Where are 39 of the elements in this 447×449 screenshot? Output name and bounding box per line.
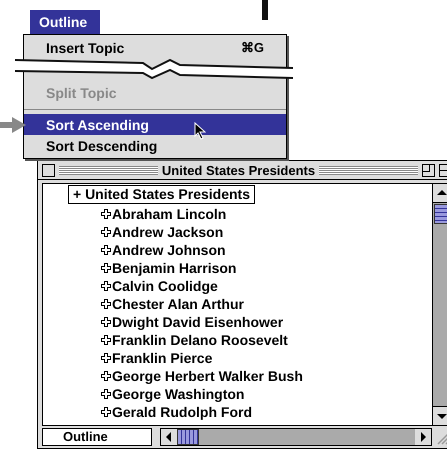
- scroll-thumb[interactable]: [177, 429, 199, 445]
- window-title: United States Presidents: [162, 162, 316, 178]
- expand-icon[interactable]: [101, 299, 111, 309]
- outline-topic[interactable]: Benjamin Harrison: [112, 260, 236, 276]
- expand-icon[interactable]: [101, 371, 111, 381]
- outline-topic[interactable]: Calvin Coolidge: [112, 278, 218, 294]
- outline-topic[interactable]: Dwight David Eisenhower: [112, 314, 284, 330]
- outline-topic[interactable]: Andrew Jackson: [112, 224, 224, 240]
- vertical-scrollbar[interactable]: [432, 184, 447, 425]
- menu-item[interactable]: Insert Topic ⌘G: [24, 37, 286, 58]
- expand-icon[interactable]: [101, 209, 111, 219]
- expand-icon[interactable]: [101, 407, 111, 417]
- outline-topic[interactable]: Franklin Pierce: [112, 350, 212, 366]
- pointer-arrow-icon: [0, 117, 26, 133]
- expand-icon[interactable]: [101, 353, 111, 363]
- outline-topic[interactable]: George Herbert Walker Bush: [112, 368, 303, 384]
- outline-topic[interactable]: Andrew Johnson: [112, 242, 226, 258]
- outline-topic[interactable]: Chester Alan Arthur: [112, 296, 244, 312]
- horizontal-scrollbar[interactable]: [160, 428, 432, 446]
- menu-title[interactable]: Outline: [30, 10, 100, 34]
- outline-topic[interactable]: + United States Presidents: [68, 185, 256, 204]
- outline-topic[interactable]: Abraham Lincoln: [112, 206, 226, 222]
- expand-icon[interactable]: [101, 263, 111, 273]
- zoom-box-icon[interactable]: [422, 164, 435, 176]
- expand-icon[interactable]: [101, 335, 111, 345]
- menu-item[interactable]: Sort Descending: [24, 135, 286, 156]
- scroll-thumb[interactable]: [434, 204, 447, 224]
- expand-icon[interactable]: [101, 317, 111, 327]
- outline-topic[interactable]: Franklin Delano Roosevelt: [112, 332, 288, 348]
- expand-icon[interactable]: [101, 389, 111, 399]
- expand-icon[interactable]: [101, 227, 111, 237]
- close-box[interactable]: [42, 164, 55, 176]
- outline-topic[interactable]: George Washington: [112, 386, 244, 402]
- view-tab[interactable]: Outline: [42, 428, 152, 446]
- menu-item[interactable]: Sort Ascending: [24, 114, 286, 135]
- expand-icon[interactable]: [101, 281, 111, 291]
- expand-icon[interactable]: [101, 245, 111, 255]
- cursor-icon: [194, 122, 206, 140]
- outline-topic[interactable]: Gerald Rudolph Ford: [112, 404, 252, 420]
